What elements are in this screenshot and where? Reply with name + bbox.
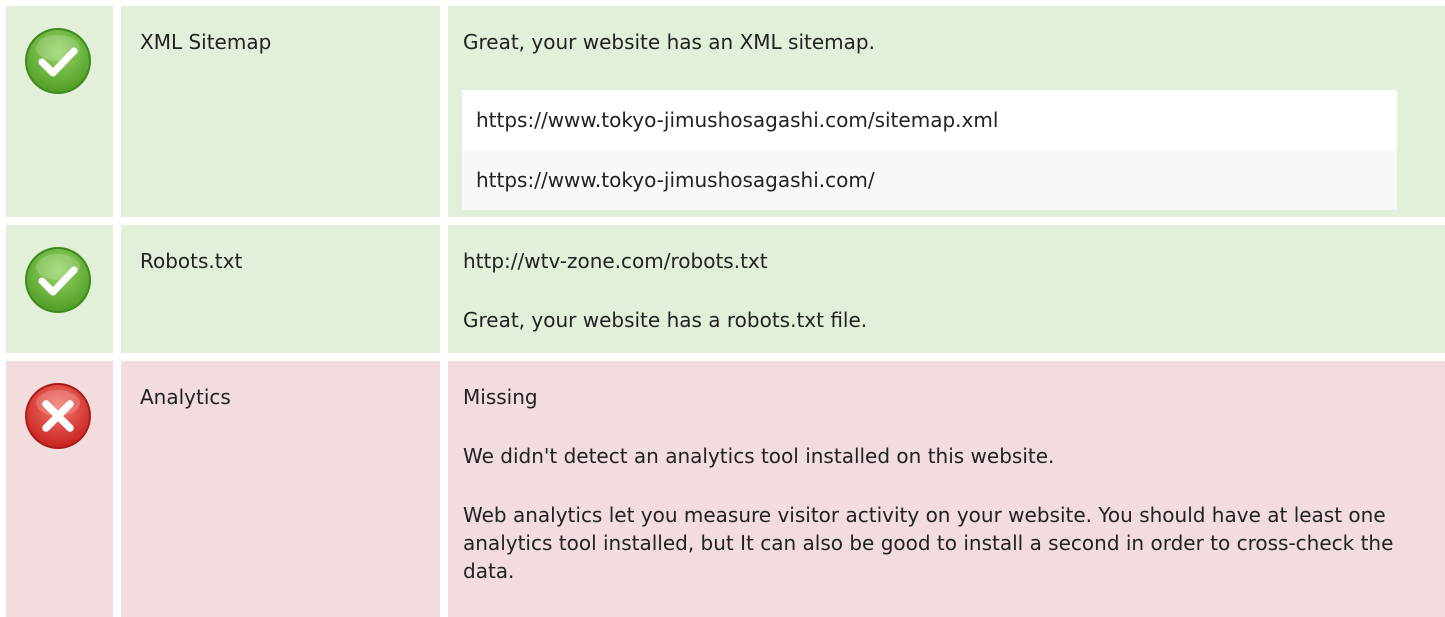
status-cell	[6, 225, 113, 353]
sitemap-url-item: https://www.tokyo-jimushosagashi.com/	[462, 150, 1397, 210]
sitemap-url-item: https://www.tokyo-jimushosagashi.com/sit…	[462, 90, 1397, 150]
row-xml-sitemap: XML Sitemap Great, your website has an X…	[6, 6, 1445, 217]
cross-icon	[23, 381, 93, 451]
check-icon	[23, 245, 93, 315]
status-message: Great, your website has an XML sitemap.	[463, 30, 875, 54]
row-robots-txt: Robots.txt http://wtv-zone.com/robots.tx…	[6, 225, 1445, 353]
row-label: XML Sitemap	[140, 30, 272, 54]
status-message: We didn't detect an analytics tool insta…	[463, 444, 1055, 468]
row-label: Robots.txt	[140, 249, 243, 273]
analytics-description: Web analytics let you measure visitor ac…	[463, 503, 1394, 583]
label-cell: Analytics	[121, 361, 440, 617]
status-message: Great, your website has a robots.txt fil…	[463, 308, 868, 332]
robots-url: http://wtv-zone.com/robots.txt	[463, 249, 768, 273]
row-analytics: Analytics Missing We didn't detect an an…	[6, 361, 1445, 617]
label-cell: Robots.txt	[121, 225, 440, 353]
status-cell	[6, 6, 113, 217]
value-cell: Missing We didn't detect an analytics to…	[448, 361, 1445, 617]
status-text: Missing	[463, 385, 538, 409]
sitemap-url-list: https://www.tokyo-jimushosagashi.com/sit…	[462, 90, 1397, 210]
row-label: Analytics	[140, 385, 231, 409]
value-cell: http://wtv-zone.com/robots.txt Great, yo…	[448, 225, 1445, 353]
label-cell: XML Sitemap	[121, 6, 440, 217]
check-icon	[23, 26, 93, 96]
status-cell	[6, 361, 113, 617]
value-cell: Great, your website has an XML sitemap. …	[448, 6, 1445, 217]
